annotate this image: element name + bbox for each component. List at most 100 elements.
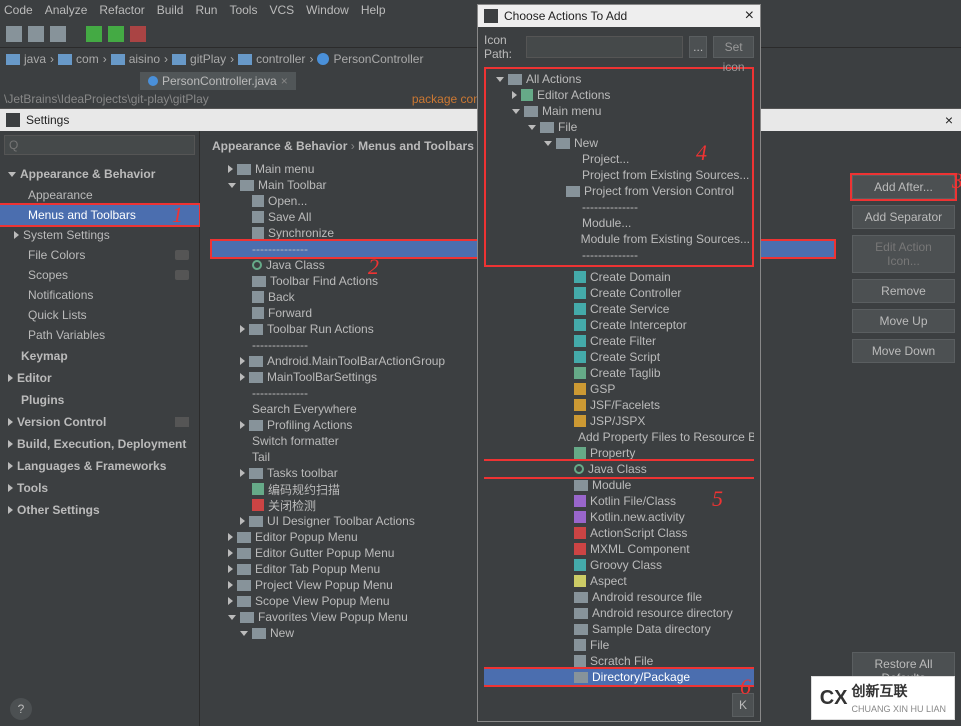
sidebar-item[interactable]: Scopes [0,265,199,285]
menu-vcs[interactable]: VCS [269,3,294,17]
dialog-title-text: Choose Actions To Add [504,9,627,23]
action-tree-row[interactable]: File [484,637,754,653]
tab-personcontroller[interactable]: PersonController.java × [140,72,296,90]
actions-tree-top[interactable]: All ActionsEditor ActionsMain menuFileNe… [484,67,754,267]
actions-tree-rest[interactable]: Create DomainCreate ControllerCreate Ser… [484,269,754,699]
close-icon[interactable]: × [745,7,754,25]
sidebar-category[interactable]: Other Settings [0,499,199,521]
action-tree-row[interactable]: JSP/JSPX [484,413,754,429]
close-icon[interactable]: × [945,112,953,128]
sidebar-category[interactable]: Version Control [0,411,199,433]
action-tree-row[interactable]: New [488,135,750,151]
action-tree-row[interactable]: File [488,119,750,135]
menu-window[interactable]: Window [306,3,349,17]
action-tree-row[interactable]: Add Property Files to Resource Bu [484,429,754,445]
settings-sidebar[interactable]: Appearance & BehaviorAppearanceMenus and… [0,131,200,726]
action-tree-row[interactable]: GSP [484,381,754,397]
sidebar-item[interactable]: File Colors [0,245,199,265]
action-tree-row[interactable]: All Actions [488,71,750,87]
sync-icon[interactable] [50,26,66,42]
edit-action-icon-button[interactable]: Edit Action Icon... [852,235,955,273]
folder-icon [238,54,252,65]
class-icon [148,76,158,86]
sidebar-category[interactable]: Tools [0,477,199,499]
action-tree-row[interactable]: Property [484,445,754,461]
save-icon[interactable] [28,26,44,42]
action-tree-row[interactable]: Create Domain [484,269,754,285]
sidebar-category[interactable]: Keymap [0,345,199,367]
ok-button[interactable]: K [732,693,754,717]
action-tree-row[interactable]: Module [484,477,754,493]
action-tree-row[interactable]: Java Class [484,461,754,477]
action-tree-row[interactable]: ActionScript Class [484,525,754,541]
action-tree-row[interactable]: MXML Component [484,541,754,557]
action-tree-row[interactable]: Sample Data directory [484,621,754,637]
dialog-titlebar[interactable]: Choose Actions To Add × [478,5,760,27]
action-tree-row[interactable]: -------------- [488,199,750,215]
action-tree-row[interactable]: Create Service [484,301,754,317]
action-tree-row[interactable]: Create Controller [484,285,754,301]
choose-actions-dialog: Choose Actions To Add × Icon Path: ... S… [477,4,761,722]
menu-code[interactable]: Code [4,3,33,17]
action-tree-row[interactable]: Module from Existing Sources... [488,231,750,247]
action-tree-row[interactable]: Create Interceptor [484,317,754,333]
stop-icon[interactable] [130,26,146,42]
action-tree-row[interactable]: Create Filter [484,333,754,349]
class-icon [317,53,329,65]
close-icon[interactable]: × [281,74,288,88]
sidebar-item[interactable]: Path Variables [0,325,199,345]
sidebar-item[interactable]: Quick Lists [0,305,199,325]
search-input[interactable] [4,135,195,155]
action-tree-row[interactable]: Scratch File [484,653,754,669]
action-tree-row[interactable]: Project from Existing Sources... [488,167,750,183]
move-up-button[interactable]: Move Up [852,309,955,333]
action-tree-row[interactable]: Groovy Class [484,557,754,573]
sidebar-category[interactable]: Editor [0,367,199,389]
action-tree-row[interactable]: Module... [488,215,750,231]
set-icon-button[interactable]: Set icon [713,36,754,58]
menu-refactor[interactable]: Refactor [99,3,144,17]
action-tree-row[interactable]: Editor Actions [488,87,750,103]
folder-icon [172,54,186,65]
add-separator-button[interactable]: Add Separator [852,205,955,229]
sidebar-category[interactable]: Appearance & Behavior [0,163,199,185]
sidebar-item[interactable]: System Settings [0,225,199,245]
sidebar-category[interactable]: Languages & Frameworks [0,455,199,477]
action-tree-row[interactable]: Android resource file [484,589,754,605]
action-tree-row[interactable]: JSF/Facelets [484,397,754,413]
action-tree-row[interactable]: Kotlin.new.activity [484,509,754,525]
browse-button[interactable]: ... [689,36,707,58]
remove-button[interactable]: Remove [852,279,955,303]
run-icon[interactable] [86,26,102,42]
sidebar-category[interactable]: Build, Execution, Deployment [0,433,199,455]
action-tree-row[interactable]: Directory/Package [484,669,754,685]
help-button[interactable]: ? [10,698,32,720]
open-icon[interactable] [6,26,22,42]
action-tree-row[interactable]: Create Taglib [484,365,754,381]
sidebar-item[interactable]: Notifications [0,285,199,305]
action-tree-row[interactable]: Aspect [484,573,754,589]
menu-tools[interactable]: Tools [229,3,257,17]
action-tree-row[interactable]: Create Script [484,349,754,365]
action-tree-row[interactable]: Project... [488,151,750,167]
action-tree-row[interactable]: Project from Version Control [488,183,750,199]
watermark-logo: CX 创新互联CHUANG XIN HU LIAN [811,676,955,720]
app-icon [6,113,20,127]
menu-analyze[interactable]: Analyze [45,3,88,17]
sidebar-item[interactable]: Menus and Toolbars [0,205,199,225]
sidebar-item[interactable]: Appearance [0,185,199,205]
folder-icon [6,54,20,65]
settings-buttons: Add After... Add Separator Edit Action I… [846,131,961,726]
action-tree-row[interactable]: Kotlin File/Class [484,493,754,509]
move-down-button[interactable]: Move Down [852,339,955,363]
menu-help[interactable]: Help [361,3,386,17]
add-after-button[interactable]: Add After... [852,175,955,199]
action-tree-row[interactable]: Main menu [488,103,750,119]
menu-run[interactable]: Run [195,3,217,17]
icon-path-input[interactable] [526,36,683,58]
action-tree-row[interactable]: Android resource directory [484,605,754,621]
debug-icon[interactable] [108,26,124,42]
menu-build[interactable]: Build [157,3,184,17]
sidebar-category[interactable]: Plugins [0,389,199,411]
action-tree-row[interactable]: -------------- [488,247,750,263]
